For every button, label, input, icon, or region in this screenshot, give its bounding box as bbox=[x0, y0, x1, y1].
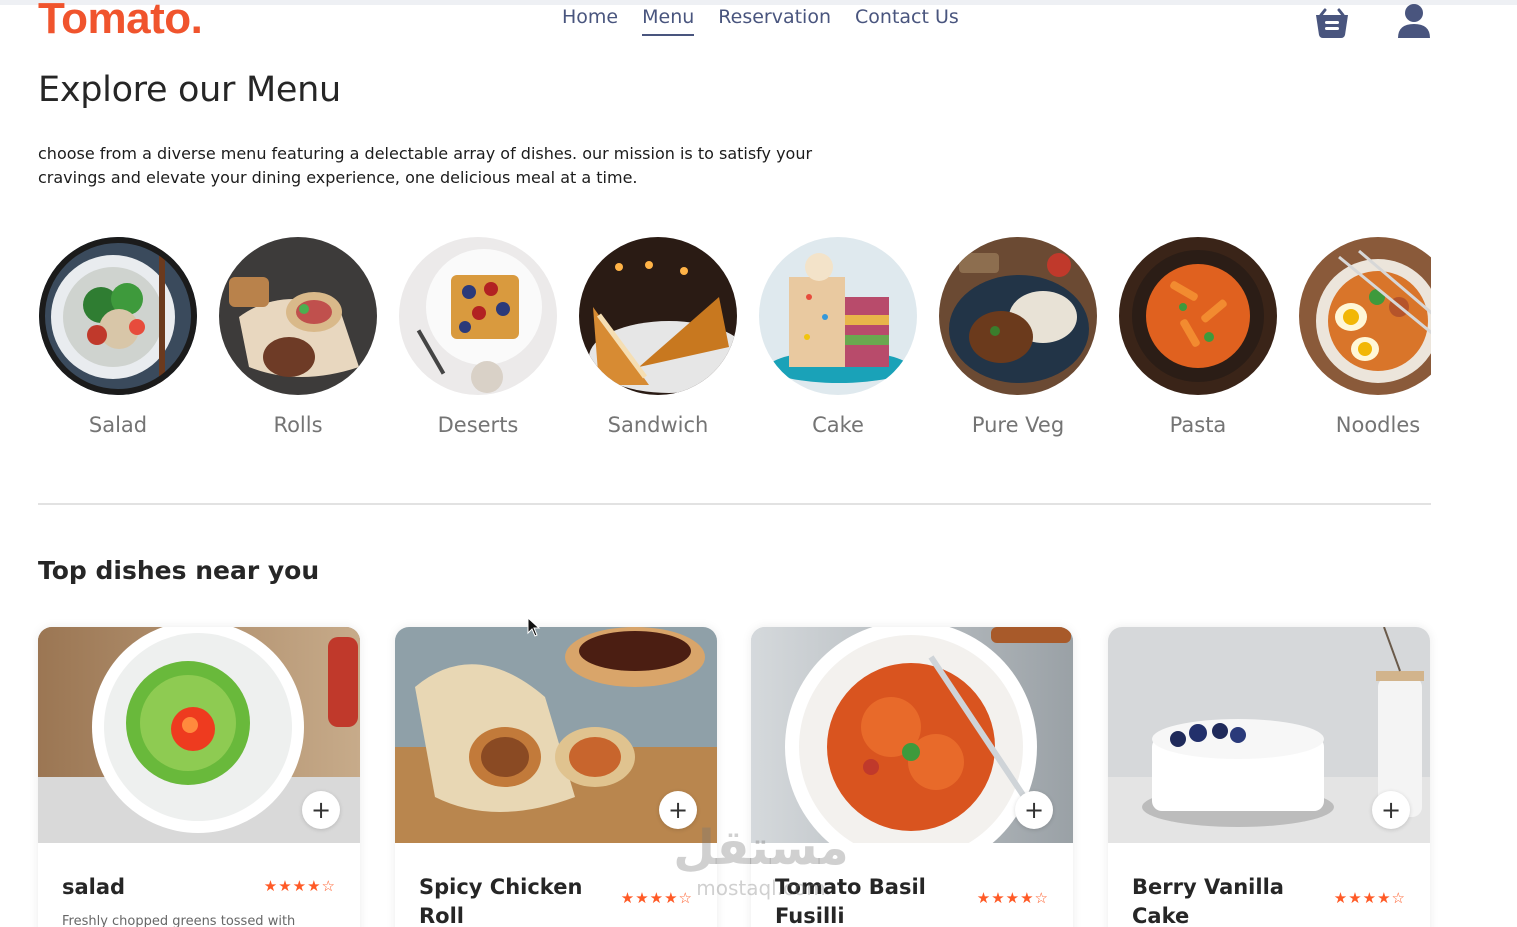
dish-image: + bbox=[38, 627, 360, 843]
basket-icon[interactable] bbox=[1313, 2, 1351, 44]
dish-name: salad bbox=[62, 875, 126, 899]
watermark-text: mostaql.com bbox=[696, 876, 826, 900]
nav-reservation[interactable]: Reservation bbox=[718, 6, 831, 36]
explore-description: choose from a diverse menu featuring a d… bbox=[38, 144, 813, 187]
category-salad-image bbox=[39, 237, 197, 395]
category-sandwich[interactable]: Sandwich bbox=[578, 237, 738, 437]
watermark-logo: مستقل bbox=[673, 820, 849, 876]
rating-stars: ★★★★☆ bbox=[976, 889, 1049, 907]
category-pasta-image bbox=[1119, 237, 1277, 395]
category-noodles[interactable]: Noodles bbox=[1298, 237, 1431, 437]
category-salad[interactable]: Salad bbox=[38, 237, 198, 437]
add-to-cart-button[interactable]: + bbox=[1372, 791, 1410, 829]
category-rolls-image bbox=[219, 237, 377, 395]
dish-card[interactable]: + Berry Vanilla Cake ★★★★☆ bbox=[1108, 627, 1430, 927]
category-rolls[interactable]: Rolls bbox=[218, 237, 378, 437]
explore-title: Explore our Menu bbox=[38, 70, 341, 110]
dish-card[interactable]: + salad ★★★★☆ Freshly chopped greens tos… bbox=[38, 627, 360, 927]
profile-icon[interactable] bbox=[1396, 2, 1432, 44]
top-dishes-title: Top dishes near you bbox=[38, 556, 320, 585]
nav-contact-us[interactable]: Contact Us bbox=[855, 6, 959, 36]
category-cake-image bbox=[759, 237, 917, 395]
category-label: Salad bbox=[88, 413, 148, 437]
category-label: Rolls bbox=[273, 413, 323, 437]
dish-description: Freshly chopped greens tossed with bbox=[62, 914, 296, 927]
category-label: Sandwich bbox=[607, 413, 709, 437]
category-sandwich-image bbox=[579, 237, 737, 395]
nav-home[interactable]: Home bbox=[562, 6, 618, 36]
category-cake[interactable]: Cake bbox=[758, 237, 918, 437]
category-noodles-image bbox=[1299, 237, 1431, 395]
category-pure-veg[interactable]: Pure Veg bbox=[938, 237, 1098, 437]
category-label: Deserts bbox=[437, 413, 519, 437]
category-label: Pure Veg bbox=[971, 413, 1065, 437]
category-label: Cake bbox=[812, 413, 864, 437]
category-list: Salad Rolls Deserts Sandwich Cake Pure V… bbox=[38, 237, 1431, 447]
category-deserts[interactable]: Deserts bbox=[398, 237, 558, 437]
dish-image: + bbox=[395, 627, 717, 843]
dish-image: + bbox=[1108, 627, 1430, 843]
main-nav: Home Menu Reservation Contact Us bbox=[562, 6, 959, 36]
add-to-cart-button[interactable]: + bbox=[302, 791, 340, 829]
nav-menu[interactable]: Menu bbox=[642, 6, 695, 36]
add-to-cart-button[interactable]: + bbox=[1015, 791, 1053, 829]
section-divider bbox=[38, 503, 1431, 505]
rating-stars: ★★★★☆ bbox=[1333, 889, 1406, 907]
category-pasta[interactable]: Pasta bbox=[1118, 237, 1278, 437]
brand-logo[interactable]: Tomato. bbox=[38, 0, 203, 44]
category-deserts-image bbox=[399, 237, 557, 395]
category-pure-veg-image bbox=[939, 237, 1097, 395]
mouse-cursor-icon bbox=[527, 616, 541, 641]
dish-image: + bbox=[751, 627, 1073, 843]
category-label: Noodles bbox=[1335, 413, 1421, 437]
dish-name: Spicy Chicken Roll bbox=[419, 875, 583, 927]
top-strip bbox=[0, 0, 1517, 5]
dish-name: Berry Vanilla Cake bbox=[1132, 875, 1284, 927]
category-label: Pasta bbox=[1169, 413, 1227, 437]
rating-stars: ★★★★☆ bbox=[263, 877, 336, 895]
